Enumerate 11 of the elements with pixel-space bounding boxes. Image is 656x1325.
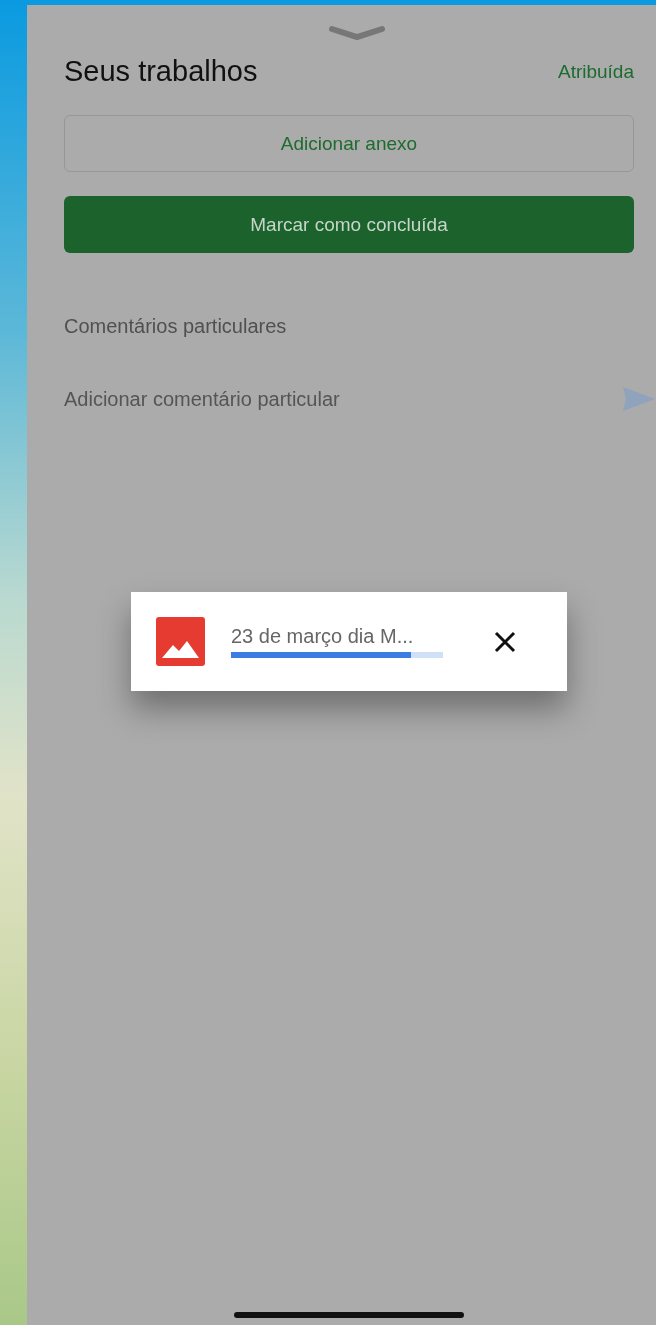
mark-done-button[interactable]: Marcar como concluída	[64, 196, 634, 253]
section-heading: Comentários particulares	[64, 315, 288, 338]
image-icon	[156, 617, 205, 666]
chevron-down-icon[interactable]	[327, 25, 386, 41]
sheet-title: Seus trabalhos	[64, 55, 258, 88]
send-icon[interactable]	[622, 386, 656, 412]
comment-field[interactable]: Adicionar comentário particular	[64, 387, 622, 411]
file-name: 23 de março dia M...	[231, 625, 415, 648]
add-attachment-button[interactable]: Adicionar anexo	[64, 115, 634, 172]
status-label: Atribuída	[557, 60, 634, 83]
close-icon[interactable]	[493, 629, 517, 654]
